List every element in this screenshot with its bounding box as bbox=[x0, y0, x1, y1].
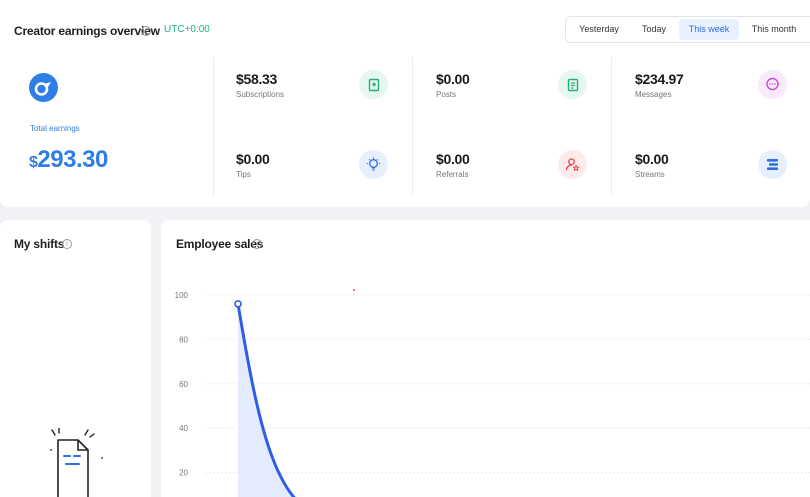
range-yesterday[interactable]: Yesterday bbox=[569, 19, 629, 40]
range-selector: Yesterday Today This week This month bbox=[565, 16, 810, 43]
y-tick-label: 80 bbox=[179, 335, 188, 344]
total-earnings-value: $293.30 bbox=[29, 146, 108, 174]
info-icon[interactable]: i bbox=[62, 239, 72, 249]
divider bbox=[412, 57, 413, 195]
bookmark-plus-icon bbox=[359, 70, 388, 99]
my-shifts-card: My shifts i bbox=[0, 220, 151, 497]
range-today[interactable]: Today bbox=[629, 19, 679, 40]
stat-label: Messages bbox=[635, 90, 672, 99]
sales-area bbox=[238, 303, 294, 497]
total-earnings-label: Total earnings bbox=[30, 124, 80, 133]
shifts-title: My shifts bbox=[14, 237, 65, 251]
sales-line bbox=[236, 302, 296, 497]
y-tick-label: 60 bbox=[179, 380, 188, 389]
range-this-week[interactable]: This week bbox=[679, 19, 739, 40]
total-amount: 293.30 bbox=[37, 146, 108, 173]
stat-label: Tips bbox=[236, 170, 251, 179]
employee-sales-card: Employee sales i 20 40 60 80 100 bbox=[161, 220, 810, 497]
user-star-icon bbox=[558, 150, 587, 179]
stat-value: $58.33 bbox=[236, 71, 278, 87]
stat-value: $0.00 bbox=[236, 151, 270, 167]
stat-tips: $0.00 Tips bbox=[236, 151, 270, 179]
stat-messages: $234.97 Messages bbox=[635, 71, 684, 99]
empty-document-icon bbox=[48, 427, 106, 497]
y-tick-label: 40 bbox=[179, 424, 188, 433]
stat-label: Posts bbox=[436, 90, 457, 99]
stat-referrals: $0.00 Referrals bbox=[436, 151, 470, 179]
stat-value: $0.00 bbox=[436, 151, 470, 167]
stat-value: $0.00 bbox=[436, 71, 470, 87]
stat-value: $0.00 bbox=[635, 151, 669, 167]
divider bbox=[611, 57, 612, 195]
brand-logo-icon bbox=[29, 73, 58, 102]
document-icon bbox=[558, 70, 587, 99]
earnings-overview-card: Creator earnings overview i UTC+0:00 Yes… bbox=[0, 0, 810, 207]
chat-bubble-icon bbox=[758, 70, 787, 99]
stat-streams: $0.00 Streams bbox=[635, 151, 669, 179]
stat-subscriptions: $58.33 Subscriptions bbox=[236, 71, 284, 99]
sales-chart: 20 40 60 80 100 bbox=[175, 289, 810, 497]
overview-title: Creator earnings overview bbox=[14, 24, 160, 38]
stream-bars-icon bbox=[758, 150, 787, 179]
y-tick-label: 20 bbox=[179, 469, 188, 478]
stat-label: Streams bbox=[635, 170, 665, 179]
stat-posts: $0.00 Posts bbox=[436, 71, 470, 99]
stat-value: $234.97 bbox=[635, 71, 684, 87]
stat-label: Subscriptions bbox=[236, 90, 285, 99]
timezone-label: UTC+0:00 bbox=[164, 24, 210, 35]
data-point bbox=[234, 300, 242, 308]
y-tick-label: 100 bbox=[175, 291, 189, 300]
red-dot-marker bbox=[353, 289, 355, 291]
info-icon[interactable]: i bbox=[141, 26, 151, 36]
range-this-month[interactable]: This month bbox=[739, 19, 809, 40]
lightbulb-icon bbox=[359, 150, 388, 179]
divider bbox=[213, 57, 214, 195]
stat-label: Referrals bbox=[436, 170, 469, 179]
